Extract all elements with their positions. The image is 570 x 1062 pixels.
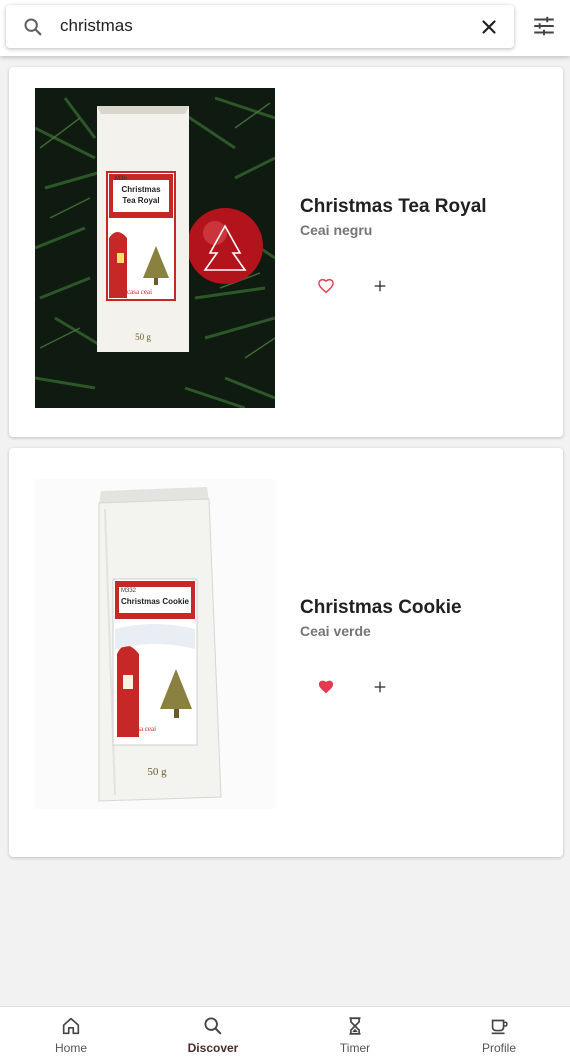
product-name[interactable]: Christmas Cookie (300, 597, 462, 619)
nav-label: Profile (481, 1041, 516, 1055)
bottom-navigation: Home Discover Timer Profile (0, 1006, 570, 1061)
search-bar (6, 5, 514, 48)
product-name[interactable]: Christmas Tea Royal (300, 196, 487, 218)
top-app-bar (0, 0, 570, 56)
product-type: Ceai negru (300, 222, 373, 238)
home-icon (62, 1017, 80, 1035)
plus-icon (374, 681, 386, 693)
nav-label: Home (54, 1041, 87, 1055)
svg-text:Tea Royal: Tea Royal (122, 196, 159, 205)
svg-text:Christmas: Christmas (121, 185, 161, 194)
heart-outline-icon (318, 278, 334, 294)
plus-icon (374, 280, 386, 292)
svg-text:50 g: 50 g (147, 766, 167, 778)
hourglass-icon (349, 1017, 361, 1035)
svg-text:M332: M332 (121, 588, 137, 594)
product-image: M36 Christmas Tea Royal casa ceai 50 g (35, 88, 275, 408)
results-list: M36 Christmas Tea Royal casa ceai 50 g C… (0, 56, 570, 1006)
search-icon (204, 1017, 222, 1035)
product-card[interactable]: M332 Christmas Cookie casa ceai 50 g Chr… (9, 448, 563, 857)
svg-text:Christmas Cookie: Christmas Cookie (121, 597, 190, 606)
nav-item-profile[interactable]: Profile (428, 1007, 570, 1062)
favorite-button[interactable] (311, 271, 341, 301)
product-card[interactable]: M36 Christmas Tea Royal casa ceai 50 g C… (9, 67, 563, 437)
add-button[interactable] (365, 672, 395, 702)
nav-item-discover[interactable]: Discover (142, 1007, 284, 1062)
add-button[interactable] (365, 271, 395, 301)
search-icon (24, 18, 42, 36)
svg-text:50 g: 50 g (135, 332, 151, 342)
svg-text:casa ceai: casa ceai (127, 288, 152, 296)
cup-icon (491, 1019, 508, 1035)
nav-label: Timer (339, 1041, 371, 1055)
svg-text:M36: M36 (115, 176, 127, 182)
product-image: M332 Christmas Cookie casa ceai 50 g (35, 479, 275, 809)
product-type: Ceai verde (300, 623, 371, 639)
search-input[interactable] (60, 12, 460, 40)
heart-filled-icon (318, 680, 334, 694)
nav-item-timer[interactable]: Timer (284, 1007, 426, 1062)
nav-label: Discover (187, 1041, 239, 1055)
close-icon[interactable] (478, 16, 500, 38)
svg-text:casa ceai: casa ceai (131, 725, 156, 733)
favorite-button[interactable] (311, 672, 341, 702)
tune-icon[interactable] (531, 13, 557, 39)
nav-item-home[interactable]: Home (0, 1007, 142, 1062)
